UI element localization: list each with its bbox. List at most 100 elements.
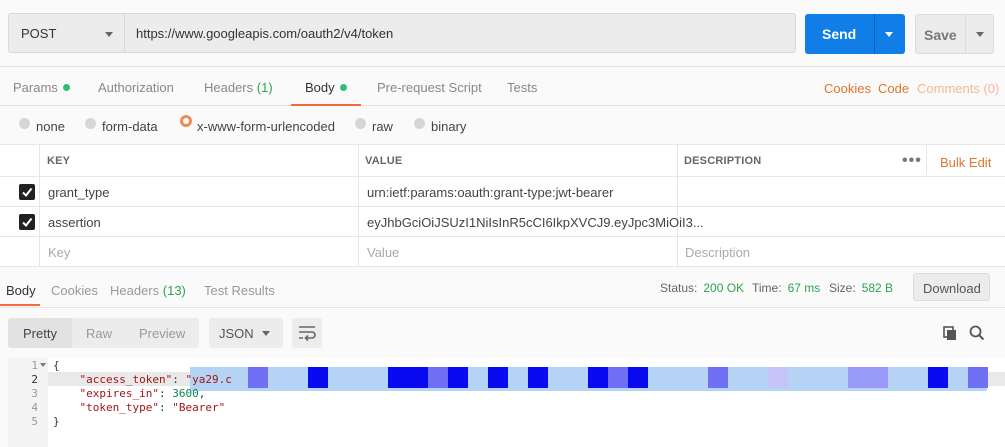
redaction-block: [768, 367, 788, 388]
line-number: 4: [31, 401, 38, 414]
redaction-block: [848, 367, 868, 388]
status-readout: Status: 200 OK: [660, 281, 744, 295]
tab-tests[interactable]: Tests: [507, 80, 537, 95]
radio-none-label[interactable]: none: [36, 119, 65, 134]
chevron-down-icon[interactable]: [976, 32, 984, 37]
row-divider: [0, 176, 1005, 177]
send-button[interactable]: Send: [805, 14, 905, 54]
redaction-block: [708, 367, 728, 388]
tab-params[interactable]: Params: [13, 80, 70, 95]
body-indicator-dot: [339, 84, 347, 91]
time-label: Time:: [752, 281, 782, 295]
radio-raw[interactable]: [355, 118, 366, 129]
row-divider: [0, 236, 1005, 237]
more-horizontal-icon[interactable]: •••: [902, 152, 922, 170]
code-line: {: [53, 359, 60, 372]
url-input[interactable]: https://www.googleapis.com/oauth2/v4/tok…: [124, 13, 796, 53]
radio-form-data[interactable]: [85, 118, 96, 129]
redaction-block: [248, 367, 268, 388]
save-label: Save: [924, 27, 957, 43]
format-select[interactable]: JSON: [209, 318, 283, 348]
fold-arrow-icon[interactable]: [40, 363, 46, 367]
line-number-gutter: 1 2 3 4 5: [8, 358, 48, 447]
redaction-block: [308, 367, 328, 388]
response-tab-headers[interactable]: Headers (13): [110, 283, 186, 298]
chevron-down-icon[interactable]: [885, 32, 893, 37]
line-number: 3: [31, 387, 38, 400]
search-icon[interactable]: [969, 325, 985, 341]
tab-headers[interactable]: Headers (1): [204, 80, 273, 95]
param-key[interactable]: assertion: [48, 215, 101, 230]
tab-body[interactable]: Body: [305, 80, 347, 95]
copy-icon[interactable]: [943, 326, 958, 341]
response-tab-cookies[interactable]: Cookies: [51, 283, 98, 298]
status-label: Status:: [660, 281, 698, 295]
column-header-description: DESCRIPTION: [684, 155, 762, 167]
wrap-lines-button[interactable]: [292, 318, 322, 348]
download-label: Download: [923, 281, 981, 296]
method-select[interactable]: POST: [8, 13, 124, 53]
tab-headers-label: Headers: [204, 80, 254, 95]
save-button[interactable]: Save: [915, 14, 994, 54]
json-key: "expires_in": [79, 387, 159, 400]
radio-none[interactable]: [19, 118, 30, 129]
checkbox-checked-icon[interactable]: [19, 214, 35, 230]
body-type-radios: none form-data x-www-form-urlencoded raw…: [0, 106, 1005, 144]
code-line: "expires_in": 3600,: [79, 387, 206, 400]
tab-body-label: Body: [305, 80, 335, 95]
cookies-link[interactable]: Cookies: [824, 81, 871, 96]
row-divider: [0, 206, 1005, 207]
request-tabs: Params Authorization Headers (1) Body Pr…: [0, 66, 1005, 106]
tab-authorization[interactable]: Authorization: [98, 80, 174, 95]
status-value: 200 OK: [703, 281, 745, 295]
response-tab-test-results[interactable]: Test Results: [204, 283, 275, 298]
radio-urlencoded-label[interactable]: x-www-form-urlencoded: [197, 119, 335, 134]
column-header-value: VALUE: [365, 155, 403, 167]
new-key-input[interactable]: Key: [48, 245, 70, 260]
view-raw-button[interactable]: Raw: [86, 326, 112, 341]
radio-binary-label[interactable]: binary: [431, 119, 466, 134]
response-tab-headers-label: Headers: [110, 283, 160, 298]
params-indicator-dot: [62, 84, 70, 91]
json-string: "ya29.c: [185, 373, 232, 386]
new-description-input[interactable]: Description: [685, 245, 750, 260]
column-header-key: KEY: [47, 155, 71, 167]
params-table: KEY VALUE DESCRIPTION ••• Bulk Edit gran…: [0, 144, 1005, 267]
radio-urlencoded[interactable]: [180, 115, 192, 127]
response-body-editor[interactable]: 1 2 3 4 5 { "access_token": "ya29.c "exp…: [8, 358, 1005, 447]
send-divider: [874, 14, 875, 54]
time-readout: Time: 67 ms: [752, 281, 820, 295]
active-tab-underline: [0, 304, 40, 306]
view-preview-button[interactable]: Preview: [139, 326, 185, 341]
wrap-lines-icon: [299, 326, 316, 341]
radio-form-data-label[interactable]: form-data: [102, 119, 158, 134]
send-label: Send: [822, 26, 857, 42]
json-string: "Bearer": [172, 401, 226, 414]
redaction-block: [608, 367, 628, 388]
tab-prerequest-script[interactable]: Pre-request Script: [377, 80, 482, 95]
save-divider: [965, 15, 966, 53]
request-bar: POST https://www.googleapis.com/oauth2/v…: [0, 0, 1005, 66]
param-value[interactable]: eyJhbGciOiJSUzI1NiIsInR5cCI6IkpXVCJ9.eyJ…: [367, 215, 704, 230]
code-link[interactable]: Code: [878, 81, 909, 96]
download-button[interactable]: Download: [913, 273, 990, 301]
chevron-down-icon: [105, 32, 113, 37]
code-line: }: [53, 415, 60, 428]
radio-binary[interactable]: [414, 118, 425, 129]
bulk-edit-link[interactable]: Bulk Edit: [940, 155, 991, 170]
response-toolbar: Pretty Raw Preview JSON: [0, 308, 1005, 358]
json-key: "token_type": [79, 401, 159, 414]
radio-raw-label[interactable]: raw: [372, 119, 393, 134]
param-key[interactable]: grant_type: [48, 185, 109, 200]
size-value: 582 B: [861, 281, 894, 295]
checkbox-checked-icon[interactable]: [19, 184, 35, 200]
comments-link[interactable]: Comments (0): [917, 81, 999, 96]
param-value[interactable]: urn:ietf:params:oauth:grant-type:jwt-bea…: [367, 185, 613, 200]
chevron-down-icon: [262, 331, 270, 336]
response-tab-body[interactable]: Body: [6, 283, 36, 298]
line-number: 2: [31, 373, 38, 386]
redaction-block: [528, 367, 548, 388]
new-value-input[interactable]: Value: [367, 245, 399, 260]
view-pretty-button[interactable]: Pretty: [23, 326, 57, 341]
code-line: "token_type": "Bearer": [79, 401, 226, 414]
